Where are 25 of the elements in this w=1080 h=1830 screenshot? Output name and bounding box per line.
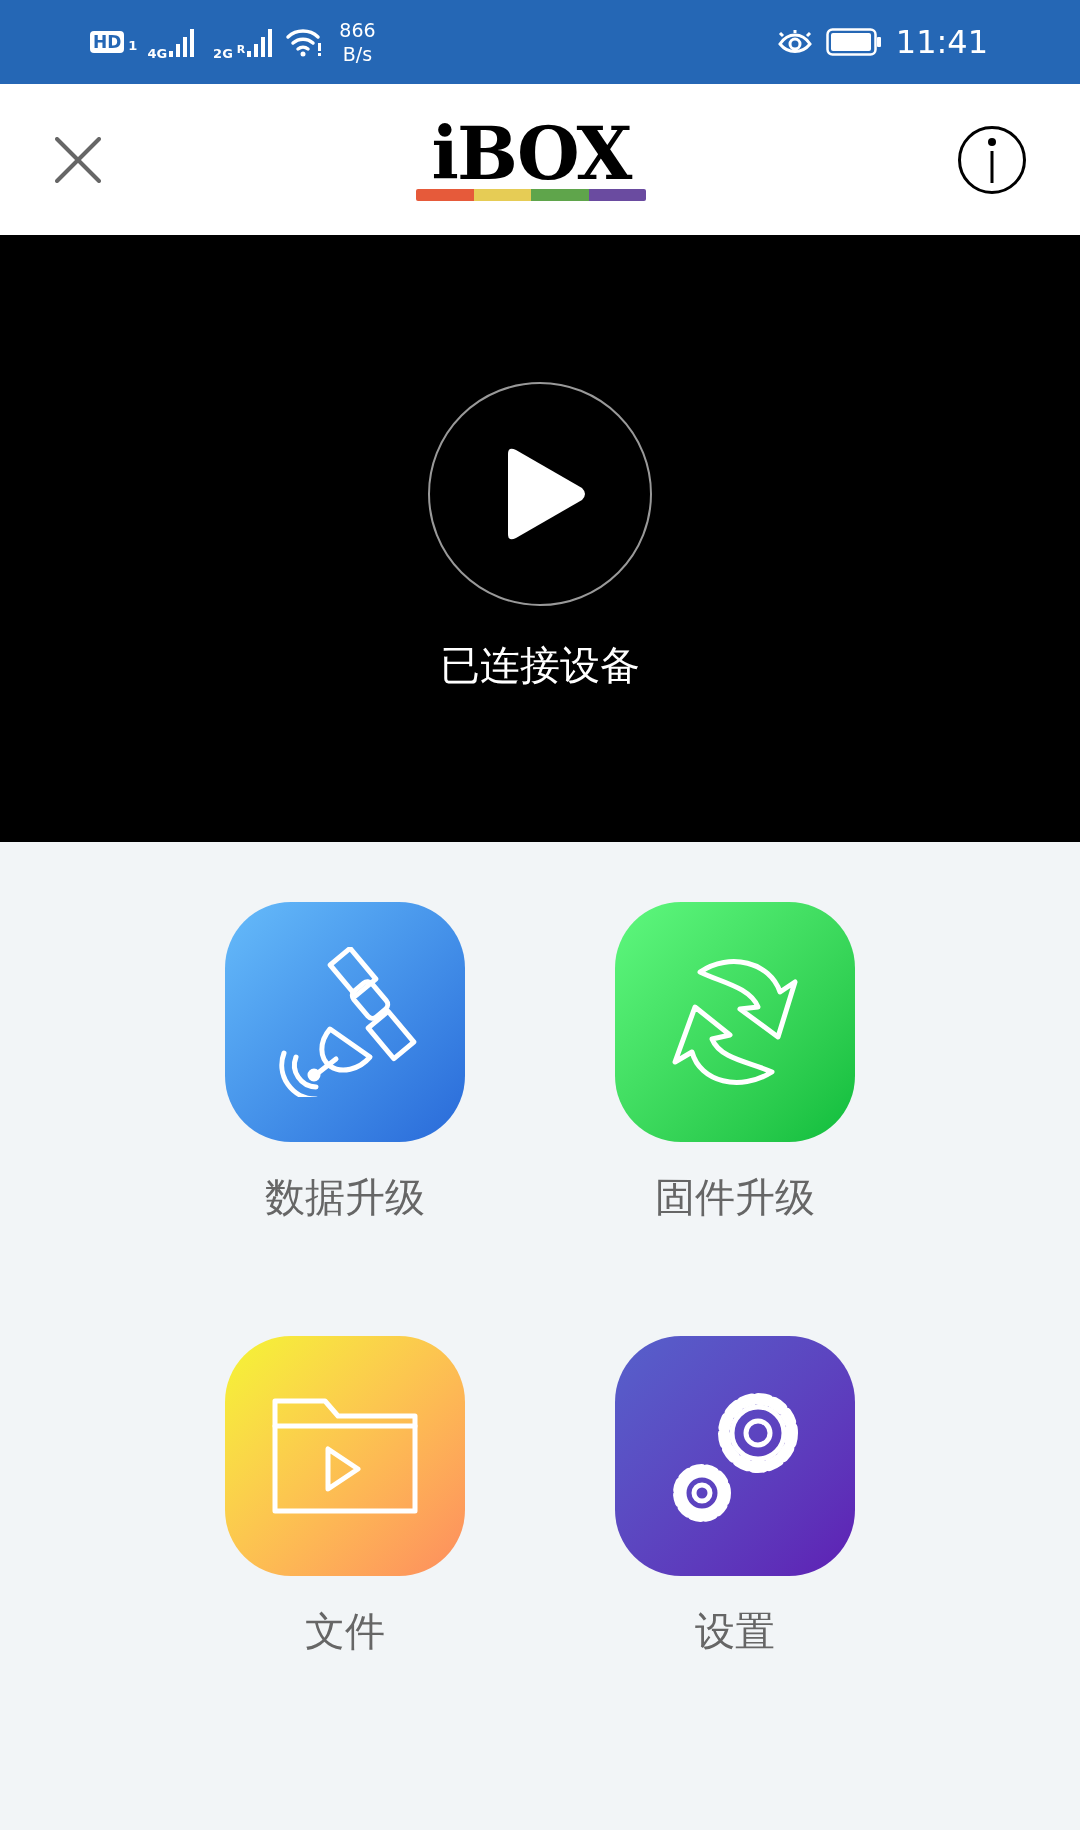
app-tile[interactable]	[225, 902, 465, 1142]
network-type: 2G	[213, 45, 233, 63]
connection-status: 已连接设备	[440, 641, 640, 690]
app-tile[interactable]	[615, 902, 855, 1142]
info-button[interactable]	[958, 125, 1026, 194]
play-button[interactable]	[428, 382, 652, 606]
tile-label: 设置	[695, 1607, 775, 1656]
speed-unit: B/s	[342, 42, 373, 66]
clock: 11:41	[895, 22, 988, 63]
network-type: 4G	[147, 45, 168, 63]
close-icon	[55, 136, 101, 183]
wifi-icon	[285, 27, 324, 57]
eye-icon	[777, 30, 812, 54]
battery-icon	[825, 28, 882, 56]
roaming-indicator: R	[236, 42, 246, 58]
app-tile[interactable]	[615, 1336, 855, 1576]
app-tile[interactable]	[225, 1336, 465, 1576]
network-speed: 866	[339, 18, 376, 42]
tile-label: 数据升级	[265, 1173, 425, 1222]
info-icon	[987, 136, 997, 183]
logo: iBOX	[416, 118, 646, 201]
hd-badge: HD	[90, 31, 125, 53]
sim-number: 1	[128, 37, 138, 56]
tile-label: 固件升级	[655, 1173, 815, 1222]
tile-label: 文件	[305, 1607, 385, 1656]
